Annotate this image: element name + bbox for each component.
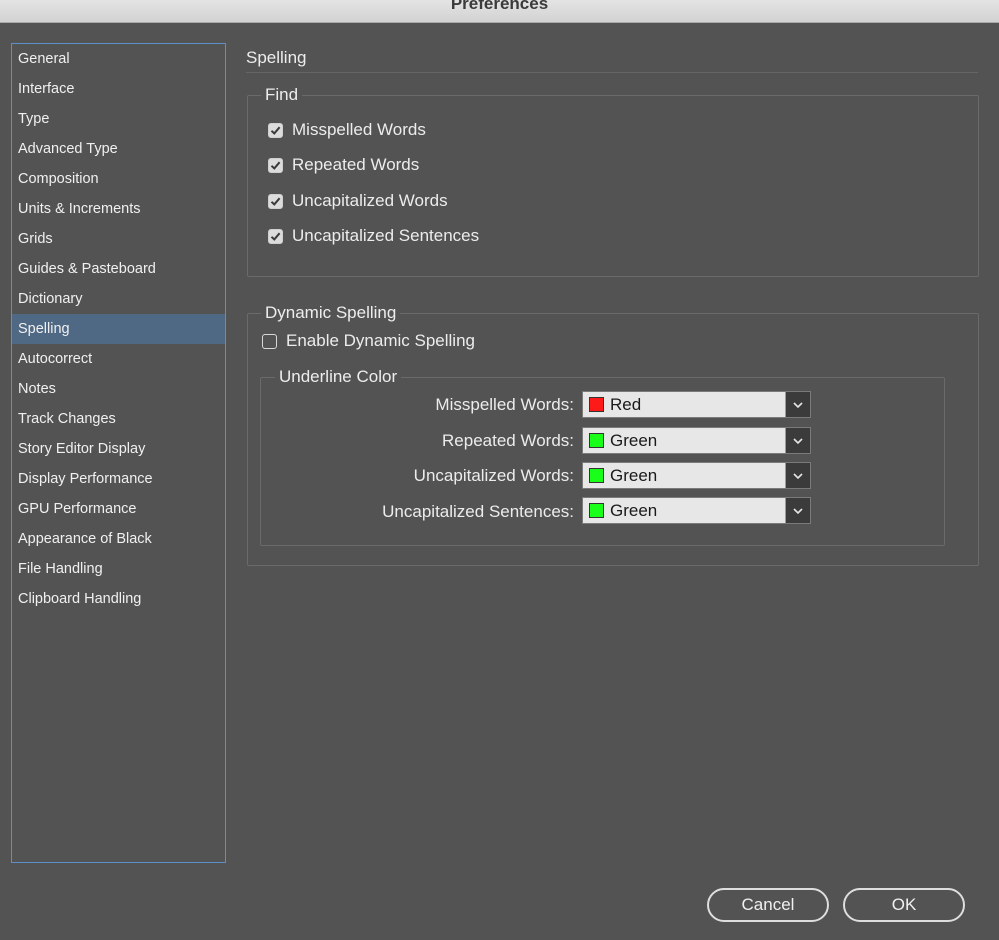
sidebar-item-notes[interactable]: Notes [12,374,225,404]
sidebar-item-display-performance[interactable]: Display Performance [12,464,225,494]
checkmark-icon [270,197,281,206]
sidebar-item-track-changes[interactable]: Track Changes [12,404,225,434]
sidebar-item-story-editor-display[interactable]: Story Editor Display [12,434,225,464]
checkmark-icon [270,126,281,135]
sidebar-item-type[interactable]: Type [12,104,225,134]
uncapitalized-sentences-color-label: Uncapitalized Sentences: [382,502,574,521]
misspelled-words-checkbox[interactable] [268,122,283,138]
enable-dynamic-spelling-checkbox[interactable] [262,333,277,349]
sidebar-item-dictionary[interactable]: Dictionary [12,284,225,314]
cancel-button[interactable]: Cancel [707,888,829,922]
preferences-category-list[interactable]: General Interface Type Advanced Type Com… [11,43,226,863]
checkmark-icon [270,232,281,241]
sidebar-item-appearance-of-black[interactable]: Appearance of Black [12,524,225,554]
sidebar-item-gpu-performance[interactable]: GPU Performance [12,494,225,524]
chevron-down-icon[interactable] [785,392,810,417]
uncapitalized-sentences-option[interactable]: Uncapitalized Sentences [268,224,479,248]
find-group-legend: Find [261,85,303,105]
sidebar-item-spelling[interactable]: Spelling [12,314,225,344]
color-value: Green [610,465,658,485]
uncapitalized-sentences-label: Uncapitalized Sentences [292,226,480,245]
sidebar-item-general[interactable]: General [12,44,225,74]
color-swatch [589,433,604,448]
misspelled-words-color-label: Misspelled Words: [435,395,574,414]
repeated-words-checkbox[interactable] [268,157,283,173]
sidebar-item-advanced-type[interactable]: Advanced Type [12,134,225,164]
uncapitalized-words-checkbox[interactable] [268,193,283,209]
sidebar-item-guides-pasteboard[interactable]: Guides & Pasteboard [12,254,225,284]
color-value: Red [610,394,642,414]
repeated-words-color-select[interactable]: Green [582,427,811,454]
section-divider [246,72,978,73]
repeated-words-label: Repeated Words [292,155,420,174]
chevron-down-icon[interactable] [785,428,810,453]
window-title: Preferences [450,0,549,13]
checkmark-icon [270,161,281,170]
enable-dynamic-spelling-label: Enable Dynamic Spelling [286,331,475,350]
uncapitalized-words-color-label: Uncapitalized Words: [413,466,574,485]
color-swatch [589,397,604,412]
misspelled-words-option[interactable]: Misspelled Words [268,118,426,142]
sidebar-item-grids[interactable]: Grids [12,224,225,254]
uncapitalized-sentences-checkbox[interactable] [268,228,283,244]
enable-dynamic-spelling-option[interactable]: Enable Dynamic Spelling [262,329,475,353]
color-swatch [589,503,604,518]
dynamic-spelling-legend: Dynamic Spelling [261,303,401,323]
misspelled-words-color-select[interactable]: Red [582,391,811,418]
sidebar-item-composition[interactable]: Composition [12,164,225,194]
sidebar-item-file-handling[interactable]: File Handling [12,554,225,584]
color-swatch [589,468,604,483]
color-value: Green [610,430,658,450]
uncapitalized-words-option[interactable]: Uncapitalized Words [268,189,448,213]
repeated-words-color-label: Repeated Words: [442,431,574,450]
sidebar-item-interface[interactable]: Interface [12,74,225,104]
repeated-words-option[interactable]: Repeated Words [268,153,419,177]
section-title: Spelling [246,48,307,67]
sidebar-item-autocorrect[interactable]: Autocorrect [12,344,225,374]
ok-button[interactable]: OK [843,888,965,922]
uncapitalized-words-color-select[interactable]: Green [582,462,811,489]
misspelled-words-label: Misspelled Words [292,120,426,139]
sidebar-item-units-increments[interactable]: Units & Increments [12,194,225,224]
title-bar: Preferences [0,0,999,23]
underline-color-legend: Underline Color [275,367,402,387]
color-value: Green [610,500,658,520]
chevron-down-icon[interactable] [785,463,810,488]
uncapitalized-sentences-color-select[interactable]: Green [582,497,811,524]
uncapitalized-words-label: Uncapitalized Words [292,191,448,210]
chevron-down-icon[interactable] [785,498,810,523]
sidebar-item-clipboard-handling[interactable]: Clipboard Handling [12,584,225,614]
